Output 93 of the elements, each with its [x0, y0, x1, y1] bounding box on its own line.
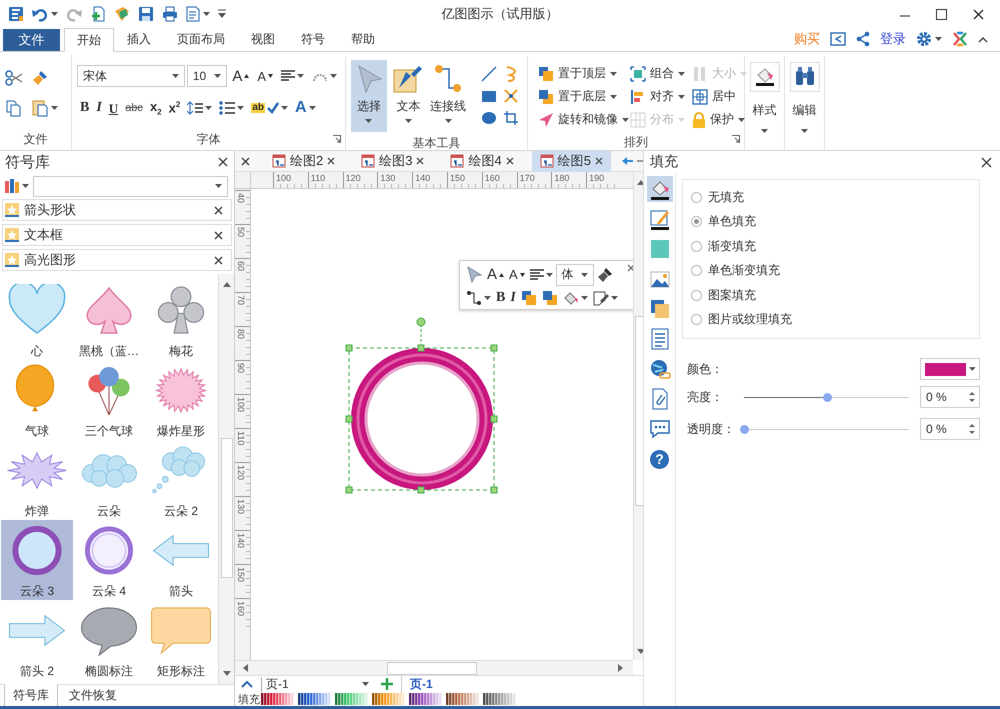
ruler-label: 90: [236, 363, 246, 374]
arrange-command-button[interactable]: 旋转和镜像: [538, 111, 630, 128]
font-select[interactable]: 体: [556, 264, 594, 286]
font-color-button[interactable]: A: [292, 97, 319, 119]
ruler-label: 150: [236, 567, 246, 582]
ruler-label: 50: [236, 227, 246, 238]
ruler-label: 170: [516, 172, 552, 188]
subscript-button[interactable]: x$_{2}$: [146, 97, 165, 119]
arrange-command-button[interactable]: 对齐: [630, 88, 692, 105]
bold-button[interactable]: B: [77, 97, 92, 119]
arrange-command-button[interactable]: 组合: [630, 65, 692, 82]
strikethrough-button[interactable]: abc: [122, 97, 146, 119]
shape-item[interactable]: 爆炸星形: [145, 360, 217, 440]
arrange-command-button[interactable]: 置于顶层: [538, 65, 630, 82]
highlight-button[interactable]: ab: [248, 97, 291, 119]
slider-label: 透明度：: [687, 420, 736, 438]
ruler-label: 120: [236, 465, 246, 480]
shrink-font-button[interactable]: A: [507, 264, 527, 285]
font-select[interactable]: 宋体: [77, 65, 185, 87]
italic-button[interactable]: I: [93, 97, 105, 119]
ruler-label: 120: [342, 172, 378, 188]
palette-label: 填充: [238, 692, 260, 706]
group-label: 排列: [624, 134, 648, 151]
slider-label: 亮度：: [687, 388, 724, 406]
ruler-label: 40: [236, 193, 246, 204]
shape-item[interactable]: 云朵: [73, 440, 145, 520]
fill-option[interactable]: 单色渐变填充: [691, 258, 971, 283]
color-label: 颜色：: [687, 360, 723, 378]
ruler-label: 160: [236, 601, 246, 616]
edit-button[interactable]: 编辑: [786, 60, 824, 150]
shrink-font-button[interactable]: A: [254, 65, 276, 87]
ribbon-tab[interactable]: 页面布局: [164, 28, 238, 51]
ruler-label: 130: [236, 499, 246, 514]
shape-item[interactable]: 矩形标注: [145, 600, 217, 680]
ribbon-tab[interactable]: 插入: [114, 28, 164, 51]
text-tool-button[interactable]: 文本: [390, 60, 426, 132]
grow-font-button[interactable]: A: [485, 264, 506, 285]
library-section[interactable]: 高光图形: [2, 249, 232, 271]
library-section[interactable]: 文本框: [2, 224, 232, 246]
group-label: 字体: [196, 131, 220, 148]
shape-item[interactable]: 气球: [1, 360, 73, 440]
file-menu-button[interactable]: 文件: [3, 29, 60, 51]
library-section[interactable]: 箭头形状: [2, 199, 232, 221]
ruler-label: 70: [236, 295, 246, 306]
shape-item[interactable]: 云朵 3: [1, 520, 73, 600]
select-tool-button[interactable]: 选择: [351, 60, 386, 132]
shape-item[interactable]: 心: [1, 280, 73, 360]
fill-option[interactable]: 单色填充: [691, 210, 971, 234]
underline-button[interactable]: U: [106, 97, 122, 119]
fill-option[interactable]: 图片或纹理填充: [691, 308, 971, 332]
panel-tab[interactable]: 文件恢复: [60, 684, 126, 706]
superscript-button[interactable]: x$^{2}$: [166, 97, 184, 119]
italic-button[interactable]: I: [508, 287, 518, 308]
ribbon-tab[interactable]: 开始: [64, 28, 114, 52]
page-select[interactable]: 页-1: [261, 676, 373, 692]
connector-tool-button[interactable]: 连接线: [430, 60, 466, 132]
bold-button[interactable]: B: [494, 287, 508, 308]
document-tab[interactable]: 绘图4: [442, 151, 522, 172]
group-label: 基本工具: [412, 135, 460, 152]
ruler-label: 100: [236, 397, 246, 412]
grow-font-button[interactable]: A: [229, 65, 252, 87]
number-field[interactable]: 0 %: [920, 386, 980, 408]
font-size-select[interactable]: 10: [186, 65, 228, 87]
fill-option[interactable]: 渐变填充: [691, 234, 971, 258]
panel-title: 符号库: [5, 152, 50, 172]
arrange-command-button[interactable]: 置于底层: [538, 88, 630, 105]
window-title: 亿图图示（试用版）: [442, 5, 558, 23]
panel-title: 填充: [650, 153, 678, 171]
login-link[interactable]: 登录: [880, 30, 906, 48]
number-field[interactable]: 0 %: [920, 418, 980, 440]
shape-item[interactable]: 黑桃（蓝…: [73, 280, 145, 360]
document-tab[interactable]: 绘图3: [353, 151, 432, 172]
fill-option[interactable]: 无填充: [691, 185, 971, 210]
shape-item[interactable]: 梅花: [145, 280, 217, 360]
group-label: 文件: [24, 131, 48, 148]
ruler-label: 60: [236, 261, 246, 272]
ruler-label: 80: [236, 329, 246, 340]
shape-item[interactable]: 云朵 2: [145, 440, 217, 520]
ribbon-tab[interactable]: 视图: [238, 28, 288, 51]
shape-item[interactable]: 云朵 4: [73, 520, 145, 600]
ribbon-tab[interactable]: 帮助: [338, 28, 388, 51]
document-tab[interactable]: 绘图2: [264, 151, 344, 172]
document-tab[interactable]: 绘图5: [532, 151, 611, 172]
ruler-label: 140: [236, 533, 246, 548]
ruler-label: 110: [236, 431, 246, 446]
ribbon-tab[interactable]: 符号: [288, 28, 338, 51]
panel-tab[interactable]: 符号库: [4, 684, 58, 706]
shape-item[interactable]: 箭头: [145, 520, 217, 600]
fill-option[interactable]: 图案填充: [691, 283, 971, 308]
shape-item[interactable]: 箭头 2: [1, 600, 73, 680]
shape-item[interactable]: 椭圆标注: [73, 600, 145, 680]
shape-item[interactable]: 炸弹: [1, 440, 73, 520]
shape-item[interactable]: 三个气球: [73, 360, 145, 440]
